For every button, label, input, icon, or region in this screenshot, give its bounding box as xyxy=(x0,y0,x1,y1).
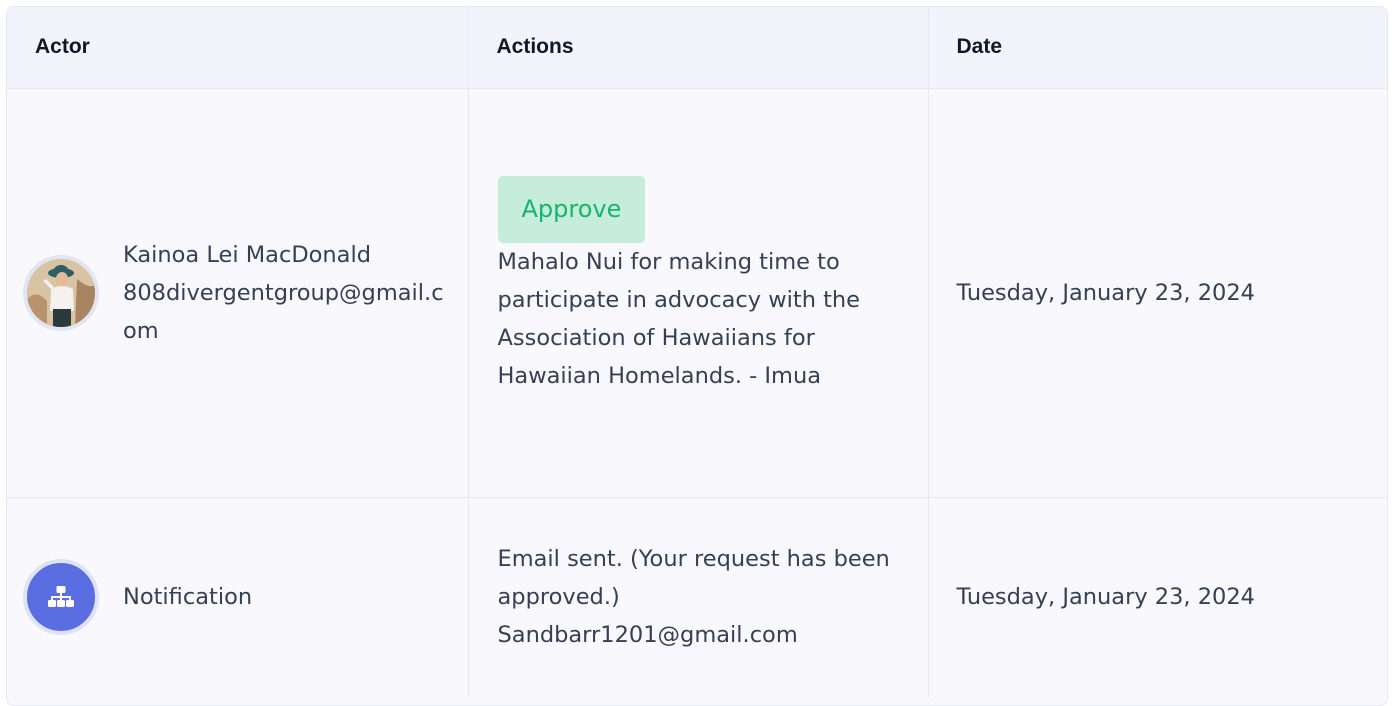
table-row: Kainoa Lei MacDonald 808divergentgroup@g… xyxy=(7,88,1387,498)
column-header-date[interactable]: Date xyxy=(928,7,1387,89)
table-header-row: Actor Actions Date xyxy=(7,7,1387,89)
date-cell: Tuesday, January 23, 2024 xyxy=(928,88,1387,498)
sitemap-icon xyxy=(23,559,99,636)
action-cell: Approve Mahalo Nui for making time to pa… xyxy=(468,88,929,498)
user-photo-avatar xyxy=(23,254,99,331)
notification-recipient-email[interactable]: Sandbarr1201@gmail.com xyxy=(498,616,904,654)
actor: Kainoa Lei MacDonald 808divergentgroup@g… xyxy=(23,236,450,350)
actor-name: Notification xyxy=(123,584,253,611)
action-cell: Email sent. (Your request has been appro… xyxy=(468,497,929,697)
actor: Notification xyxy=(23,559,450,636)
activity-log-table: Actor Actions Date Kainoa Lei MacDonald … xyxy=(7,7,1387,697)
activity-log-table-container: Actor Actions Date Kainoa Lei MacDonald … xyxy=(6,6,1388,706)
column-header-actor[interactable]: Actor xyxy=(7,7,469,89)
actor-cell: Kainoa Lei MacDonald 808divergentgroup@g… xyxy=(7,88,469,498)
action-comment: Mahalo Nui for making time to participat… xyxy=(497,248,861,389)
approve-status-badge: Approve xyxy=(497,175,646,243)
actor-name: Kainoa Lei MacDonald xyxy=(123,241,371,268)
date-cell: Tuesday, January 23, 2024 xyxy=(956,584,1256,611)
table-row: Notification Email sent. (Your request h… xyxy=(7,497,1387,697)
actor-cell: Notification xyxy=(7,497,469,697)
actor-email[interactable]: 808divergentgroup@gmail.com xyxy=(123,274,450,350)
column-header-actions[interactable]: Actions xyxy=(468,7,929,89)
notification-message: Email sent. (Your request has been appro… xyxy=(497,546,890,611)
